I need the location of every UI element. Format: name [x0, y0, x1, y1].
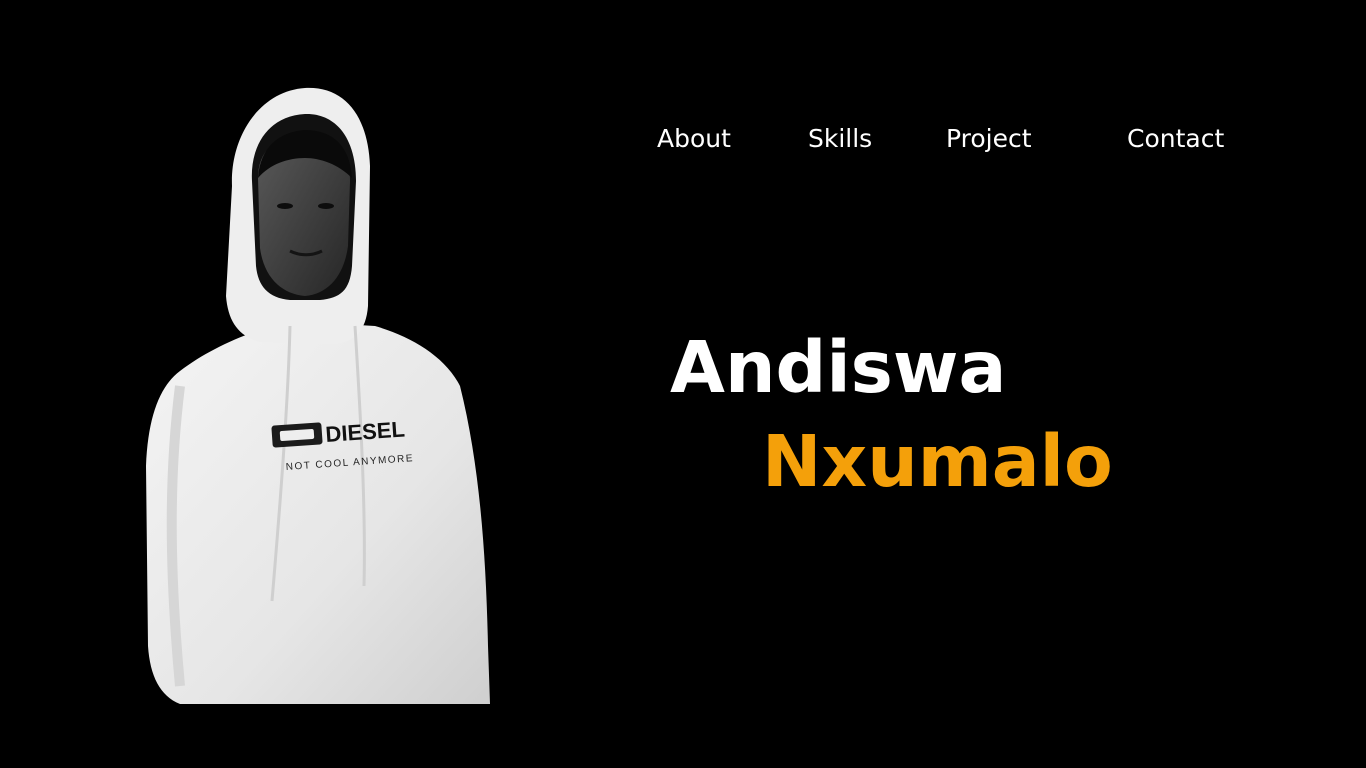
hero-last-name: Nxumalo — [762, 420, 1113, 503]
page: DIESEL NOT COOL ANYMORE About Skills Pro… — [0, 0, 1366, 768]
hero-first-name: Andiswa — [670, 326, 1007, 409]
main-nav: About Skills Project Contact — [0, 122, 1366, 158]
nav-link-skills[interactable]: Skills — [808, 122, 872, 156]
nav-link-project[interactable]: Project — [946, 122, 1032, 156]
nav-link-contact[interactable]: Contact — [1127, 122, 1224, 156]
profile-photo-illustration: DIESEL NOT COOL ANYMORE — [146, 87, 490, 704]
nav-link-about[interactable]: About — [657, 122, 731, 156]
profile-photo: DIESEL NOT COOL ANYMORE — [140, 86, 495, 706]
